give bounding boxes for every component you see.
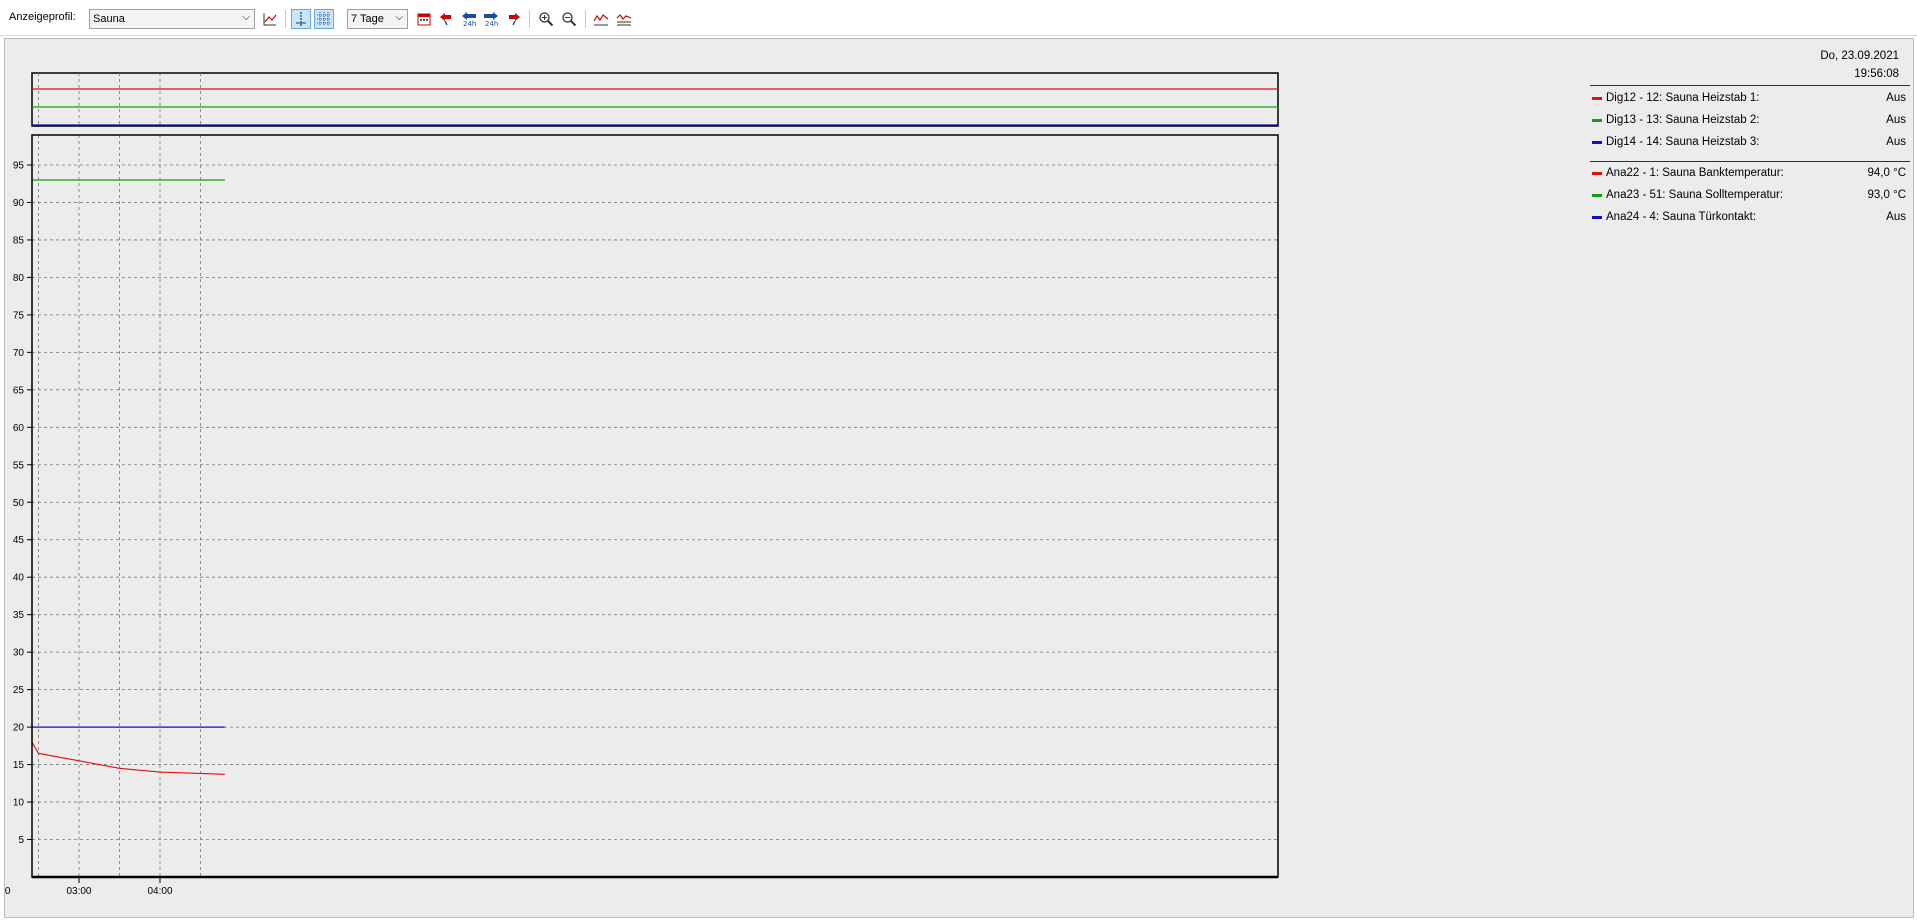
chart-view-icon[interactable] [260,9,280,29]
legend-analog-row[interactable]: Ana22 - 1: Sauna Banktemperatur: 94,0 °C [1590,163,1910,185]
chevron-down-icon: ⌵ [242,12,250,23]
current-date: Do, 23.09.2021 [1820,50,1899,62]
zoom-out-icon[interactable] [559,9,579,29]
back-arrow-icon[interactable] [436,9,456,29]
current-datetime: Do, 23.09.2021 19:56:08 [1820,47,1899,83]
zoom-in-icon[interactable] [536,9,556,29]
curve-settings-icon[interactable] [591,9,611,29]
current-time: 19:56:08 [1854,68,1899,80]
x-tick-label: 04:00 [147,886,172,897]
y-tick-label: 70 [13,348,25,359]
analog-chart: 510152025303540455055606570758085909514:… [5,134,1279,897]
digital-chart [31,72,1279,127]
digital-plot-frame [31,72,1279,127]
legend-swatch [1592,172,1602,175]
legend-label: Ana22 - 1: Sauna Banktemperatur: [1606,167,1784,179]
toolbar-separator [285,10,286,28]
y-tick-label: 20 [13,723,25,734]
legend-digital: Dig12 - 12: Sauna Heizstab 1: Aus Dig13 - … [1590,88,1910,154]
forward-arrow-icon[interactable] [504,9,524,29]
legend-analog-row[interactable]: Ana23 - 51: Sauna Solltemperatur: 93,0 °C [1590,185,1910,207]
legend: Dig12 - 12: Sauna Heizstab 1: Aus Dig13 - … [1590,85,1910,229]
step-back-icon[interactable]: 24h [459,9,479,29]
x-tick-label: 03:00 [66,886,91,897]
grid-icon[interactable] [314,9,334,29]
y-tick-label: 95 [13,160,25,171]
legend-label: Dig14 - 14: Sauna Heizstab 3: [1606,136,1760,148]
y-tick-label: 65 [13,385,25,396]
vertical-cursor-icon[interactable] [291,9,311,29]
legend-swatch [1592,216,1602,219]
profile-select[interactable]: Sauna ⌵ [89,9,255,29]
legend-value: Aus [1886,136,1906,148]
legend-analog-row[interactable]: Ana24 - 4: Sauna Türkontakt: Aus [1590,207,1910,229]
legend-label: Ana24 - 4: Sauna Türkontakt: [1606,211,1757,223]
y-tick-label: 30 [13,648,25,659]
y-tick-label: 50 [13,498,25,509]
profile-label: Anzeigeprofil: [9,11,76,23]
y-tick-label: 85 [13,235,25,246]
legend-value: Aus [1886,211,1906,223]
legend-value: 93,0 °C [1867,189,1906,201]
y-tick-label: 75 [13,310,25,321]
svg-text:24h: 24h [485,20,498,27]
y-tick-label: 60 [13,423,25,434]
y-tick-label: 15 [13,760,25,771]
chevron-down-icon: ⌵ [395,12,403,23]
calendar-icon[interactable] [414,9,434,29]
x-tick-label: 02:00 [5,886,11,897]
legend-digital-row[interactable]: Dig13 - 13: Sauna Heizstab 2: Aus [1590,110,1910,132]
toolbar: Anzeigeprofil: Sauna ⌵ 7 Tage ⌵ 24h 24h [0,0,1917,36]
time-range-value: 7 Tage [351,13,384,25]
svg-text:24h: 24h [463,20,476,27]
trend-chart[interactable]: 510152025303540455055606570758085909514:… [5,39,1585,917]
legend-label: Dig12 - 12: Sauna Heizstab 1: [1606,92,1760,104]
y-tick-label: 5 [18,835,24,846]
profile-select-value: Sauna [93,13,125,25]
y-tick-label: 90 [13,198,25,209]
legend-swatch [1592,97,1602,100]
legend-digital-row[interactable]: Dig12 - 12: Sauna Heizstab 1: Aus [1590,88,1910,110]
legend-swatch [1592,119,1602,122]
legend-value: 94,0 °C [1867,167,1906,179]
legend-digital-row[interactable]: Dig14 - 14: Sauna Heizstab 3: Aus [1590,132,1910,154]
legend-value: Aus [1886,114,1906,126]
legend-separator [1590,161,1910,162]
y-tick-label: 45 [13,535,25,546]
legend-value: Aus [1886,92,1906,104]
legend-label: Dig13 - 13: Sauna Heizstab 2: [1606,114,1760,126]
toolbar-separator [529,10,530,28]
legend-label: Ana23 - 51: Sauna Solltemperatur: [1606,189,1784,201]
y-tick-label: 80 [13,273,25,284]
analog-plot-area [32,135,1278,877]
legend-separator [1590,85,1910,86]
step-forward-icon[interactable]: 24h [481,9,501,29]
y-tick-label: 55 [13,460,25,471]
curve-compare-icon[interactable] [614,9,634,29]
y-tick-label: 25 [13,685,25,696]
time-range-select[interactable]: 7 Tage ⌵ [347,9,408,29]
y-tick-label: 40 [13,573,25,584]
y-tick-label: 10 [13,798,25,809]
legend-analog: Ana22 - 1: Sauna Banktemperatur: 94,0 °C A… [1590,163,1910,229]
y-tick-label: 35 [13,610,25,621]
legend-swatch [1592,141,1602,144]
chart-panel: Do, 23.09.2021 19:56:08 5 10 15 20 25 30 35 40 4… [4,38,1914,918]
legend-swatch [1592,194,1602,197]
toolbar-separator [585,10,586,28]
